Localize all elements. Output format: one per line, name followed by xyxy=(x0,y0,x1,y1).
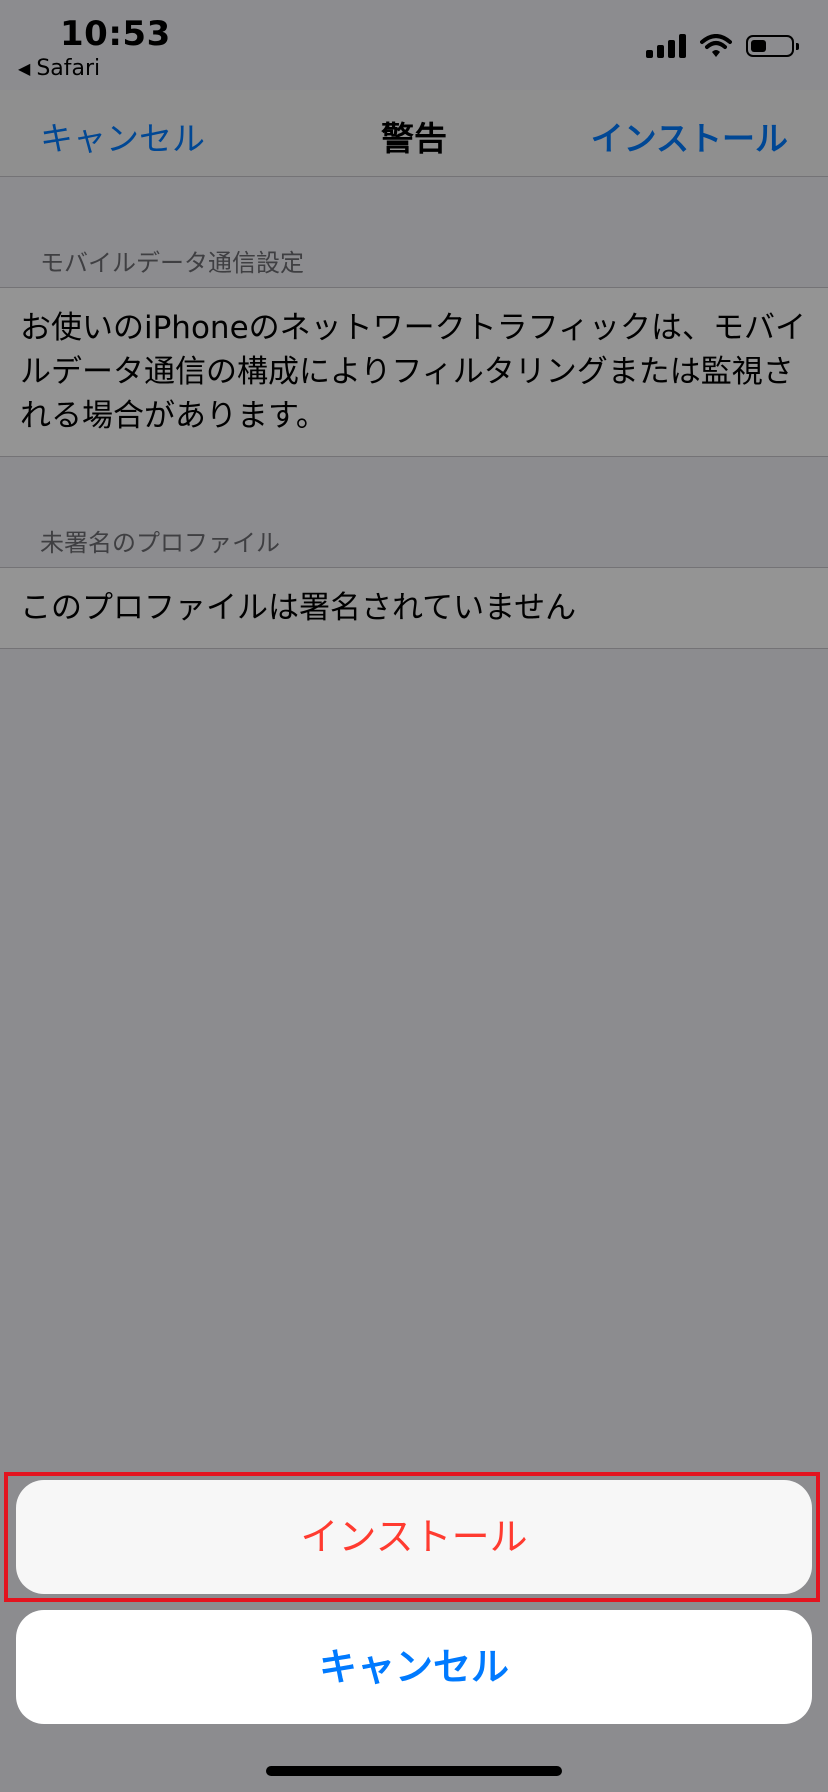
highlight-box xyxy=(4,1472,820,1602)
home-indicator[interactable] xyxy=(266,1766,562,1776)
sheet-cancel-button[interactable]: キャンセル xyxy=(16,1610,812,1724)
